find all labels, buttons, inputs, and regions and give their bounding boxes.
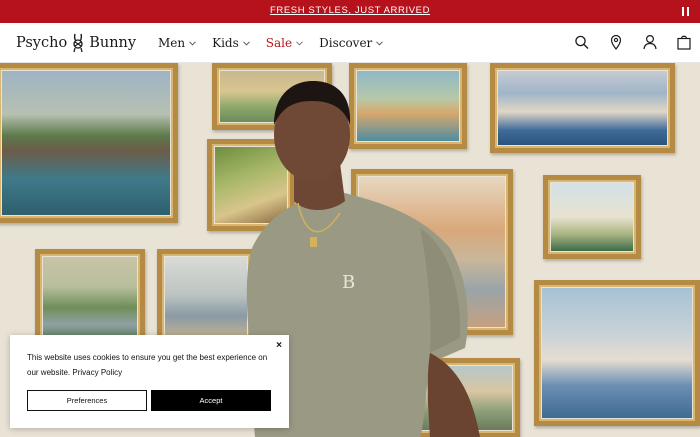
header-icons [574, 33, 692, 51]
nav-label: Discover [319, 36, 373, 50]
announcement-link[interactable]: FRESH STYLES, JUST ARRIVED [0, 5, 700, 16]
nav-label: Sale [265, 36, 293, 50]
location-icon[interactable] [608, 33, 624, 51]
search-icon[interactable] [574, 33, 590, 51]
nav-item-men[interactable]: Men [158, 36, 196, 50]
cookie-banner: × This website uses cookies to ensure yo… [10, 335, 289, 428]
nav-label: Men [158, 36, 186, 50]
cookie-message: This website uses cookies to ensure you … [27, 350, 277, 380]
preferences-button[interactable]: Preferences [27, 390, 147, 411]
pause-icon[interactable] [682, 7, 690, 16]
nav-item-kids[interactable]: Kids [212, 36, 250, 50]
brand-logo[interactable]: Psycho Bunny [16, 33, 136, 53]
chevron-down-icon [242, 40, 250, 46]
nav-item-discover[interactable]: Discover [319, 36, 384, 50]
bunny-logo-icon [73, 33, 83, 53]
svg-text:B: B [342, 272, 355, 293]
cookie-message-text: This website uses cookies to ensure you … [27, 353, 268, 377]
main-nav: Men Kids Sale Discover [158, 36, 384, 50]
chevron-down-icon [296, 40, 303, 46]
cart-icon[interactable] [676, 33, 692, 51]
site-header: Psycho Bunny Men Kids Sale Discover [0, 23, 700, 63]
nav-item-sale[interactable]: Sale [266, 36, 303, 50]
logo-text-right: Bunny [89, 35, 137, 51]
logo-text-left: Psycho [16, 35, 68, 51]
account-icon[interactable] [642, 33, 658, 51]
nav-label: Kids [212, 36, 239, 50]
accept-button[interactable]: Accept [151, 390, 271, 411]
chevron-down-icon [189, 40, 196, 46]
privacy-policy-link[interactable]: Privacy Policy [72, 368, 122, 377]
announcement-bar: FRESH STYLES, JUST ARRIVED [0, 0, 700, 23]
close-icon[interactable]: × [276, 340, 282, 351]
chevron-down-icon [376, 40, 384, 46]
